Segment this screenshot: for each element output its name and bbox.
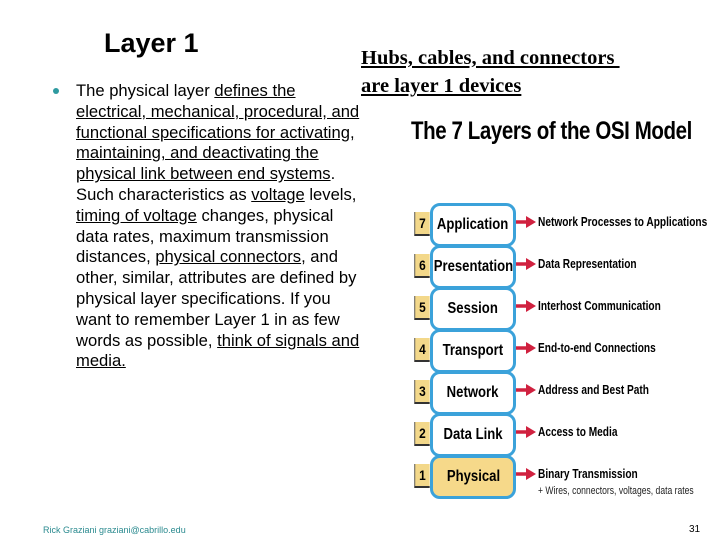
slide-title: Layer 1 [104,28,199,58]
osi-layer-row: 1 Physical Binary Transmission + Wires, con… [405,455,720,499]
subtitle-line-1: Hubs, cables, and connectors [361,47,620,69]
layer-description: Address and Best Path [538,382,650,397]
layer-name-box: Physical [430,455,516,499]
subtitle-line-2: are layer 1 devices [361,75,522,97]
layer-number-badge: 6 [414,254,430,278]
osi-layer-row: 4 Transport End-to-end Connections [405,329,720,373]
arrow-right-icon [516,384,536,396]
osi-layer-row: 5 Session Interhost Communication [405,287,720,331]
layer-number-badge: 5 [414,296,430,320]
underlined-text-segment: timing of voltage [76,205,197,225]
underlined-text-segment: voltage [251,184,305,204]
layer-name-box: Network [430,371,516,415]
layer-number-badge: 4 [414,338,430,362]
layer-name: Network [447,384,499,401]
layer-description: Network Processes to Applications [538,214,708,229]
arrow-right-icon [516,342,536,354]
arrow-right-icon [516,258,536,270]
layer-description: Data Representation [538,256,637,271]
osi-model-diagram: 7 Application Network Processes to Applica… [405,203,720,499]
layer-description: Interhost Communication [538,298,661,313]
footer-author: Rick Graziani graziani@cabrillo.edu [43,525,186,535]
layer-number-badge: 3 [414,380,430,404]
layer-number-badge: 7 [414,212,430,236]
layer-name: Transport [442,342,504,359]
layer-number-badge: 2 [414,422,430,446]
layer-name-box: Session [430,287,516,331]
layer-name-box: Data Link [430,413,516,457]
text-segment: levels, [304,184,357,204]
page-number: 31 [689,524,701,535]
layer-name: Application [437,216,509,233]
bullet-icon [53,88,59,94]
osi-layer-row: 3 Network Address and Best Path [405,371,720,415]
osi-layer-row: 7 Application Network Processes to Applica… [405,203,720,247]
text-segment: The physical layer [76,81,215,100]
layer-name: Physical [446,468,500,485]
layer-name: Data Link [443,426,503,443]
layer-name-box: Transport [430,329,516,373]
underlined-text-segment: physical connectors [155,247,302,267]
arrow-right-icon [516,300,536,312]
layer-name-box: Application [430,203,516,247]
layer-name: Session [447,300,499,317]
arrow-right-icon [516,426,536,438]
osi-model-title: The 7 Layers of the OSI Model [411,117,692,145]
layer-number-badge: 1 [414,464,430,488]
subtitle: Hubs, cables, and connectors are layer 1… [361,44,620,100]
arrow-right-icon [516,216,536,228]
layer-description: Access to Media [538,424,618,439]
arrow-right-icon [516,468,536,480]
osi-layer-row: 2 Data Link Access to Media [405,413,720,457]
layer-name-box: Presentation [430,245,516,289]
layer-name: Presentation [433,258,513,275]
layer-description: End-to-end Connections [538,340,656,355]
osi-layer-row: 6 Presentation Data Representation [405,245,720,289]
body-text: The physical layer defines the electrica… [76,81,366,372]
layer-sub-description: + Wires, connectors, voltages, data rate… [538,485,694,497]
layer-description: Binary Transmission [538,466,638,481]
